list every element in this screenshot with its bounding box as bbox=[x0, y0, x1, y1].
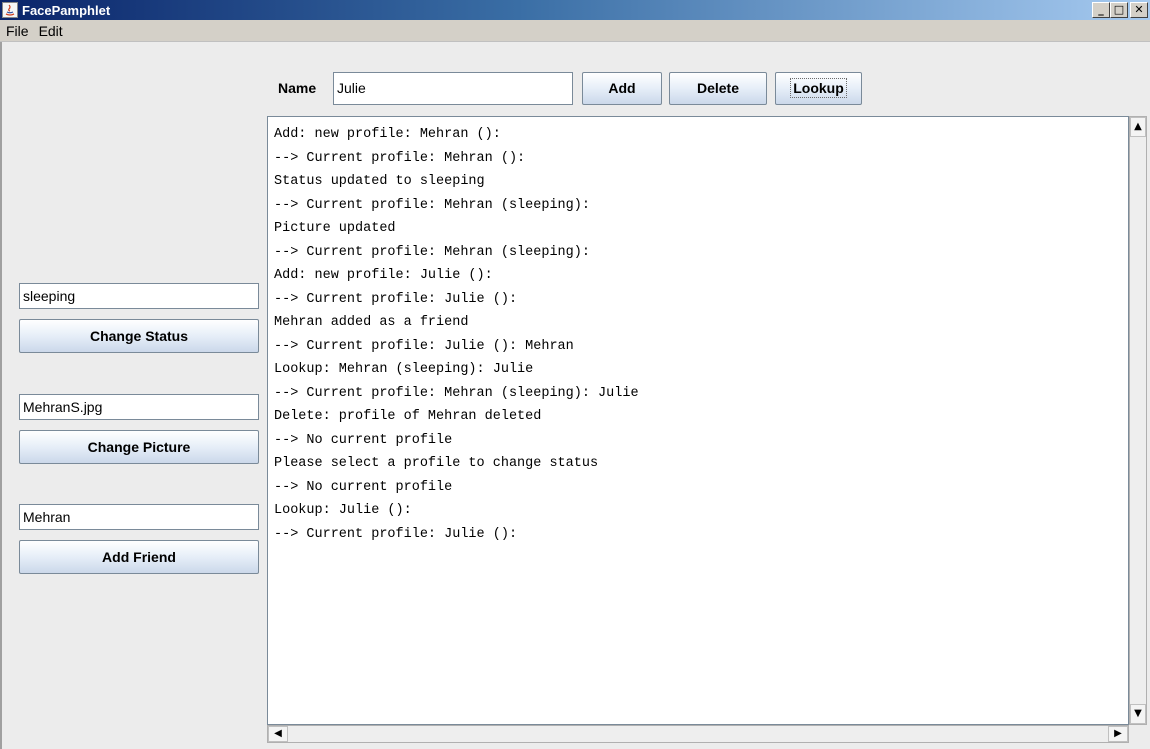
window-left-border bbox=[0, 42, 2, 749]
close-button[interactable]: ✕ bbox=[1130, 2, 1148, 18]
log-line: Status updated to sleeping bbox=[274, 174, 485, 189]
delete-button[interactable]: Delete bbox=[669, 72, 767, 105]
window-controls: _ □ ✕ bbox=[1092, 2, 1148, 18]
scroll-left-icon[interactable]: ◀ bbox=[268, 726, 288, 742]
change-status-button[interactable]: Change Status bbox=[19, 319, 259, 353]
title-bar: FacePamphlet _ □ ✕ bbox=[0, 0, 1150, 20]
log-line: Lookup: Mehran (sleeping): Julie bbox=[274, 362, 534, 377]
vertical-scrollbar[interactable]: ▲ ▼ bbox=[1129, 116, 1147, 725]
scroll-corner bbox=[1129, 725, 1147, 743]
message-log[interactable]: Add: new profile: Mehran (): --> Current … bbox=[267, 116, 1129, 725]
java-app-icon bbox=[2, 2, 18, 18]
log-line: Picture updated bbox=[274, 221, 396, 236]
lookup-button-label: Lookup bbox=[790, 78, 847, 98]
picture-input[interactable]: MehranS.jpg bbox=[19, 394, 259, 420]
log-line: --> Current profile: Mehran (): bbox=[274, 150, 526, 166]
log-line: --> Current profile: Julie (): bbox=[274, 526, 518, 542]
scroll-right-icon[interactable]: ▶ bbox=[1108, 726, 1128, 742]
log-line: Add: new profile: Julie (): bbox=[274, 268, 493, 283]
scroll-down-icon[interactable]: ▼ bbox=[1130, 704, 1146, 724]
log-line: --> Current profile: Mehran (sleeping): bbox=[274, 197, 590, 213]
window-title: FacePamphlet bbox=[22, 2, 111, 18]
add-button[interactable]: Add bbox=[582, 72, 662, 105]
horizontal-scrollbar[interactable]: ◀ ▶ bbox=[267, 725, 1129, 743]
add-button-label: Add bbox=[608, 80, 636, 96]
menu-bar: File Edit bbox=[0, 20, 1150, 42]
change-picture-button[interactable]: Change Picture bbox=[19, 430, 259, 464]
name-label: Name bbox=[278, 80, 317, 96]
log-line: --> Current profile: Julie (): Mehran bbox=[274, 338, 574, 354]
menu-file[interactable]: File bbox=[6, 23, 29, 39]
lookup-button[interactable]: Lookup bbox=[775, 72, 862, 105]
log-line: --> No current profile bbox=[274, 432, 453, 448]
log-line: Delete: profile of Mehran deleted bbox=[274, 409, 542, 424]
log-line: Mehran added as a friend bbox=[274, 315, 469, 330]
log-line: Lookup: Julie (): bbox=[274, 503, 412, 518]
scroll-up-icon[interactable]: ▲ bbox=[1130, 117, 1146, 137]
log-lines: Add: new profile: Mehran (): --> Current … bbox=[268, 117, 1128, 546]
friend-input[interactable]: Mehran bbox=[19, 504, 259, 530]
menu-edit[interactable]: Edit bbox=[39, 23, 63, 39]
log-line: --> Current profile: Julie (): bbox=[274, 291, 518, 307]
delete-button-label: Delete bbox=[696, 80, 740, 96]
status-input[interactable]: sleeping bbox=[19, 283, 259, 309]
log-line: --> No current profile bbox=[274, 479, 453, 495]
minimize-button[interactable]: _ bbox=[1092, 2, 1110, 18]
maximize-button[interactable]: □ bbox=[1110, 2, 1128, 18]
name-input[interactable]: Julie bbox=[333, 72, 573, 105]
log-line: Please select a profile to change status bbox=[274, 456, 599, 471]
log-line: --> Current profile: Mehran (sleeping): bbox=[274, 244, 590, 260]
log-line: Add: new profile: Mehran (): bbox=[274, 127, 501, 142]
log-line: --> Current profile: Mehran (sleeping): … bbox=[274, 385, 639, 401]
add-friend-button[interactable]: Add Friend bbox=[19, 540, 259, 574]
